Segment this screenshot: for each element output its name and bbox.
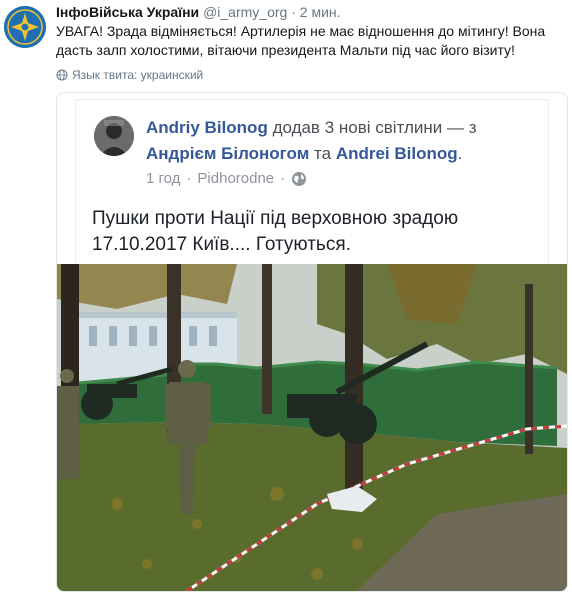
fb-tag-1: Андрієм Білоногом <box>146 144 310 163</box>
header-separator: · <box>291 4 296 20</box>
ministry-emblem-icon <box>4 6 46 48</box>
author-handle[interactable]: @i_army_org <box>203 4 287 20</box>
fb-location: Pidhorodne <box>197 170 275 187</box>
fb-period: . <box>457 144 463 163</box>
fb-meta: 1 год · Pidhorodne · <box>146 170 307 187</box>
fb-time: 1 год <box>146 170 181 187</box>
globe-icon <box>56 69 68 81</box>
tweet-media-card[interactable]: Andriy Bilonog додав 3 нові світлини — з… <box>56 92 568 592</box>
fb-meta-dot: · <box>186 170 192 187</box>
language-note: Язык твита: украинский <box>56 68 203 82</box>
tweet-timestamp[interactable]: 2 мин. <box>300 4 341 20</box>
artillery-photo <box>57 264 567 591</box>
fb-post-text: Пушки проти Нації під верховною зрадою 1… <box>92 208 459 255</box>
fb-meta-dot-2: · <box>280 170 286 187</box>
tweet-header: ІнфоВійська України @i_army_org · 2 мин. <box>56 4 341 20</box>
language-note-text: Язык твита: украинский <box>72 68 204 82</box>
fb-header-line2: Андрієм Білоногом та Andrei Bilonog. <box>146 144 462 164</box>
fb-author-avatar <box>94 116 134 156</box>
fb-header-line1: Andriy Bilonog додав 3 нові світлини — з <box>146 118 477 138</box>
fb-action-text: додав 3 нові світлини — з <box>272 118 477 137</box>
public-globe-icon <box>292 171 307 186</box>
fb-conj: та <box>314 144 332 163</box>
tweet-text: УВАГА! Зрада відміняється! Артилерія не … <box>56 23 546 58</box>
author-name[interactable]: ІнфоВійська України <box>56 4 199 20</box>
fb-author-name: Andriy Bilonog <box>146 118 268 137</box>
person-photo-icon <box>94 116 134 156</box>
facebook-post-screenshot: Andriy Bilonog додав 3 нові світлини — з… <box>75 99 549 269</box>
author-avatar[interactable] <box>4 6 46 48</box>
fb-tag-2: Andrei Bilonog <box>335 144 458 163</box>
